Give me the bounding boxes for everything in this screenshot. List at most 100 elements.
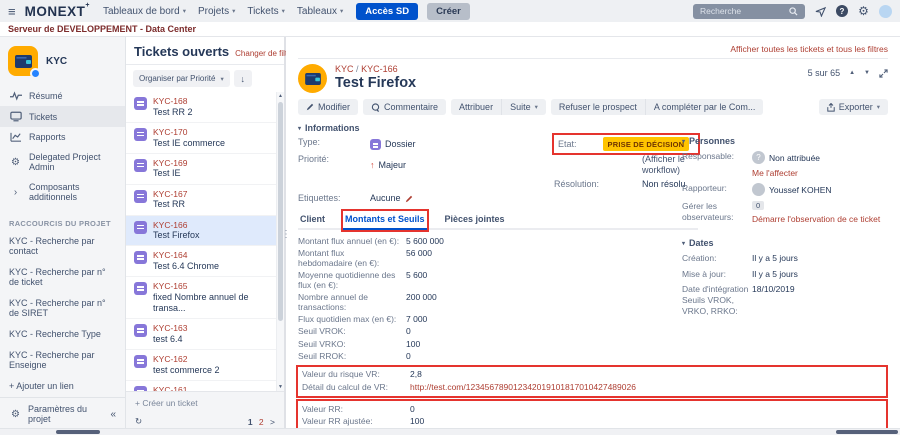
navbar-menu-item[interactable]: Tableaux de bord▾ xyxy=(99,4,190,19)
edit-button[interactable]: Modifier xyxy=(298,99,358,115)
scrollbar-thumb[interactable] xyxy=(278,102,283,321)
panel-resizer-handle[interactable]: ⋮ xyxy=(281,229,291,240)
tab[interactable]: Client xyxy=(298,211,327,228)
project-header[interactable]: KYC xyxy=(0,37,125,86)
ticket-key: KYC-161 xyxy=(153,385,212,391)
ticket-list-item[interactable]: KYC-162 test commerce 2 xyxy=(126,350,276,381)
page-next-link[interactable]: > xyxy=(270,417,275,427)
informations-section-header[interactable]: ▾ Informations xyxy=(298,123,888,133)
scroll-down-icon[interactable]: ▼ xyxy=(277,383,284,391)
shortcut-link[interactable]: KYC - Recherche Type xyxy=(0,323,125,344)
ticket-rows: KYC-168 Test RR 2 KYC-170 Test IE commer… xyxy=(126,92,276,391)
chevron-down-icon: ▾ xyxy=(298,125,301,132)
field-value: 0 xyxy=(406,327,411,337)
assign-to-me-link[interactable]: Me l'affecter xyxy=(752,168,870,178)
integration-date-row: Date d'intégration Seuils VROK, VRKO, RR… xyxy=(682,284,890,316)
pulse-icon xyxy=(9,91,22,101)
user-avatar[interactable] xyxy=(879,5,892,18)
refuse-prospect-button[interactable]: Refuser le prospect xyxy=(551,99,646,115)
project-name: KYC xyxy=(46,56,67,67)
sidebar-item-rapports[interactable]: Rapports xyxy=(0,127,125,147)
breadcrumb-ticket-key[interactable]: KYC-166 xyxy=(361,64,398,74)
send-icon[interactable] xyxy=(814,5,827,18)
sidebar-item-composants[interactable]: › Composants additionnels xyxy=(0,177,125,207)
hscrollbar-thumb-right[interactable] xyxy=(836,430,898,434)
ticket-list-item[interactable]: KYC-170 Test IE commerce xyxy=(126,123,276,154)
more-actions-button[interactable]: Suite▾ xyxy=(502,99,546,115)
acces-sd-button[interactable]: Accès SD xyxy=(356,3,418,20)
vertical-scrollbar[interactable]: ▲ ▼ xyxy=(276,92,284,391)
ticket-list-item[interactable]: KYC-164 Test 6.4 Chrome xyxy=(126,246,276,277)
integration-date-value: 18/10/2019 xyxy=(752,284,795,316)
info-row-4: Etiquettes: Aucune xyxy=(298,193,698,204)
shortcut-link[interactable]: KYC - Recherche par n° de ticket xyxy=(0,261,125,292)
project-avatar xyxy=(298,64,327,93)
page-2-link[interactable]: 2 xyxy=(259,417,264,427)
fields-main: Montant flux annuel (en €): 5 600 000 Mo… xyxy=(298,234,698,362)
add-link-button[interactable]: + Ajouter un lien xyxy=(0,375,125,397)
shortcut-link[interactable]: KYC - Recherche par Enseigne xyxy=(0,344,125,375)
ticket-list-item[interactable]: KYC-166 Test Firefox xyxy=(126,216,276,247)
shortcuts-title: RACCOURCIS DU PROJET xyxy=(9,219,116,228)
navbar-menu-item[interactable]: Projets▾ xyxy=(194,4,239,19)
ticket-list-item[interactable]: KYC-169 Test IE xyxy=(126,154,276,185)
project-settings-link[interactable]: Paramètres du projet xyxy=(28,404,104,424)
ticket-list-item[interactable]: KYC-167 Test RR xyxy=(126,185,276,216)
field-row: Moyenne quotidienne des flux (en €): 5 6… xyxy=(298,268,698,290)
start-watching-link[interactable]: Démarre l'observation de ce ticket xyxy=(752,214,880,224)
page-current[interactable]: 1 xyxy=(248,417,253,427)
reporter-avatar xyxy=(752,183,765,196)
field-label: Valeur RR: xyxy=(302,405,410,415)
hscrollbar-thumb-left[interactable] xyxy=(56,430,100,434)
tab[interactable]: Pièces jointes xyxy=(443,211,507,228)
sort-dropdown[interactable]: Organiser par Priorité▾ xyxy=(133,70,230,87)
search-box[interactable] xyxy=(693,4,805,19)
show-all-filters-link[interactable]: Afficher toutes les tickets et tous les … xyxy=(298,37,888,59)
collapse-sidebar-icon[interactable]: « xyxy=(110,409,116,420)
sidebar-footer: ⚙ Paramètres du projet « xyxy=(0,397,125,428)
export-button[interactable]: Exporter ▾ xyxy=(819,99,888,115)
type-value: Dossier xyxy=(385,139,416,150)
horizontal-scrollbar[interactable] xyxy=(0,428,900,435)
ticket-list-item[interactable]: KYC-168 Test RR 2 xyxy=(126,92,276,123)
field-row: Seuil VROK: 0 xyxy=(298,325,698,337)
breadcrumb-separator: / xyxy=(356,64,359,74)
navbar-menu-item[interactable]: Tickets▾ xyxy=(243,4,289,19)
sidebar-item-resume[interactable]: Résumé xyxy=(0,86,125,106)
ticket-list-item[interactable]: KYC-161 test commerce xyxy=(126,381,276,391)
previous-ticket-icon[interactable]: ▲ xyxy=(849,70,855,76)
menu-icon[interactable]: ≡ xyxy=(8,4,16,19)
refresh-icon[interactable]: ↻ xyxy=(135,416,142,427)
comment-button[interactable]: Commentaire xyxy=(363,99,446,115)
sort-direction-button[interactable]: ↓ xyxy=(234,70,252,87)
breadcrumb-project[interactable]: KYC xyxy=(335,64,354,74)
assign-button[interactable]: Attribuer xyxy=(451,99,502,115)
create-ticket-link[interactable]: + Créer un ticket xyxy=(126,392,284,412)
ticket-list-item[interactable]: KYC-163 test 6.4 xyxy=(126,319,276,350)
field-row: Valeur du risque VR: 2,8 xyxy=(302,368,882,380)
settings-icon[interactable]: ⚙ xyxy=(857,5,870,18)
shortcut-link[interactable]: KYC - Recherche par n° de SIRET xyxy=(0,292,125,323)
fullscreen-icon[interactable] xyxy=(879,69,888,78)
edit-labels-icon[interactable] xyxy=(405,195,413,203)
navbar-menu-item[interactable]: Tableaux▾ xyxy=(293,4,347,19)
scroll-up-icon[interactable]: ▲ xyxy=(277,92,284,100)
help-icon[interactable]: ? xyxy=(836,5,848,17)
dates-section-header[interactable]: ▾ Dates xyxy=(682,238,890,248)
ticket-summary: test 6.4 xyxy=(153,334,188,345)
monext-logo[interactable]: MONEXT+ xyxy=(25,4,90,19)
sidebar-item-tickets[interactable]: Tickets xyxy=(0,106,125,127)
shortcut-link[interactable]: KYC - Recherche par contact xyxy=(0,230,125,261)
next-ticket-icon[interactable]: ▼ xyxy=(864,70,870,76)
people-section-header[interactable]: ▾ Personnes xyxy=(682,136,890,146)
sidebar-item-delegated-admin[interactable]: ⚙ Delegated Project Admin xyxy=(0,147,125,177)
create-button[interactable]: Créer xyxy=(427,3,470,20)
vr-annotation-box: Valeur du risque VR: 2,8 Détail du calcu… xyxy=(298,367,886,397)
complete-by-com-button[interactable]: A compléter par le Com... xyxy=(646,99,764,115)
ticket-list-item[interactable]: KYC-165 fixed Nombre annuel de transa... xyxy=(126,277,276,319)
search-input[interactable] xyxy=(698,5,787,17)
priority-value: Majeur xyxy=(379,160,407,171)
ticket-key: KYC-168 xyxy=(153,96,193,107)
tab[interactable]: Montants et Seuils xyxy=(343,211,427,230)
field-label: Valeur RR ajustée: xyxy=(302,417,410,427)
